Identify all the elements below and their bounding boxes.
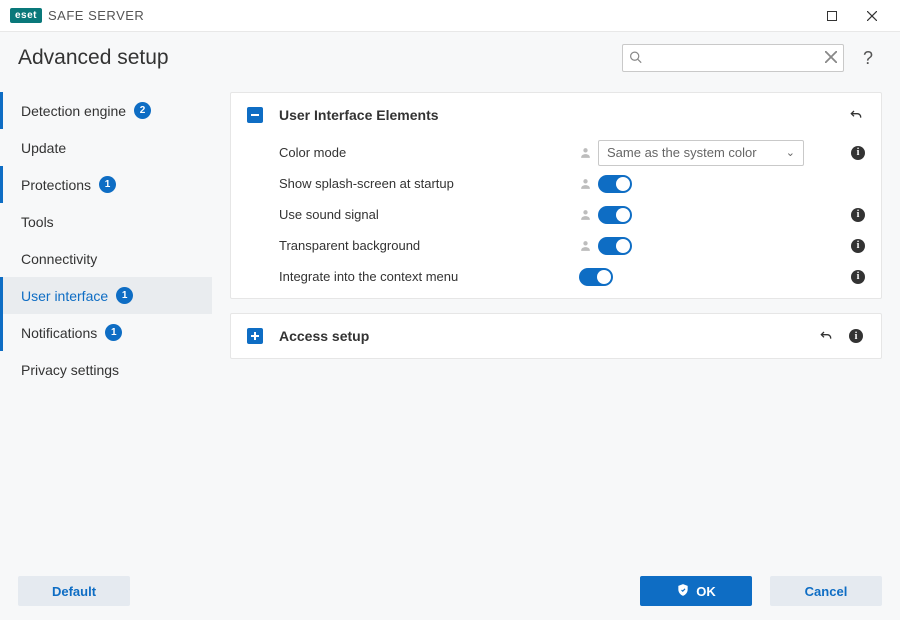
setting-label: Integrate into the context menu: [279, 269, 579, 284]
sidebar-item-label: Privacy settings: [21, 362, 119, 378]
setting-tail: [841, 144, 865, 162]
setting-control: [579, 206, 841, 224]
setting-row: Integrate into the context menu: [279, 261, 865, 292]
undo-icon[interactable]: [817, 327, 835, 345]
body: Detection engine 2 Update Protections 1 Tools…: [0, 84, 900, 566]
sidebar-item-label: Protections: [21, 177, 91, 193]
sidebar-badge: 1: [99, 176, 116, 193]
collapse-icon[interactable]: [247, 107, 263, 123]
search-input[interactable]: [622, 44, 844, 72]
main-content: User Interface Elements Color mode Same a…: [212, 84, 900, 566]
sidebar-item-privacy-settings[interactable]: Privacy settings: [0, 351, 212, 388]
info-icon[interactable]: [851, 144, 865, 162]
sidebar-item-connectivity[interactable]: Connectivity: [0, 240, 212, 277]
setting-control: Same as the system color ⌄: [579, 140, 841, 166]
sidebar: Detection engine 2 Update Protections 1 Tools…: [0, 84, 212, 566]
setting-row: Show splash-screen at startup: [279, 168, 865, 199]
titlebar: eset SAFE SERVER: [0, 0, 900, 32]
cancel-button[interactable]: Cancel: [770, 576, 882, 606]
search-icon: [629, 51, 642, 66]
user-icon: [579, 239, 592, 252]
user-icon: [579, 208, 592, 221]
header: Advanced setup ?: [0, 32, 900, 84]
setting-control: [579, 237, 841, 255]
window-maximize-button[interactable]: [812, 0, 852, 32]
toggle-knob: [597, 270, 611, 284]
setting-label: Show splash-screen at startup: [279, 176, 579, 191]
sidebar-badge: 2: [134, 102, 151, 119]
sidebar-item-label: Detection engine: [21, 103, 126, 119]
setting-control: [579, 175, 841, 193]
toggle[interactable]: [598, 206, 632, 224]
setting-row: Use sound signal: [279, 199, 865, 230]
toggle[interactable]: [598, 237, 632, 255]
footer: Default OK Cancel: [0, 566, 900, 620]
panel-header-access-setup[interactable]: Access setup: [231, 314, 881, 358]
toggle-knob: [616, 208, 630, 222]
setting-control: [579, 268, 841, 286]
undo-icon[interactable]: [847, 106, 865, 124]
sidebar-item-update[interactable]: Update: [0, 129, 212, 166]
panel-header-ui-elements[interactable]: User Interface Elements: [231, 93, 881, 137]
shield-icon: [676, 583, 690, 600]
sidebar-badge: 1: [116, 287, 133, 304]
sidebar-item-label: Tools: [21, 214, 54, 230]
sidebar-item-label: Notifications: [21, 325, 97, 341]
sidebar-item-label: Connectivity: [21, 251, 97, 267]
info-icon[interactable]: [851, 206, 865, 224]
setting-row: Color mode Same as the system color ⌄: [279, 137, 865, 168]
toggle-knob: [616, 177, 630, 191]
info-icon[interactable]: [847, 327, 865, 345]
page-title: Advanced setup: [18, 46, 169, 70]
info-icon[interactable]: [851, 268, 865, 286]
sidebar-item-user-interface[interactable]: User interface 1: [0, 277, 212, 314]
expand-icon[interactable]: [247, 328, 263, 344]
setting-tail: [841, 237, 865, 255]
setting-tail: [841, 268, 865, 286]
search-clear-icon[interactable]: [825, 51, 837, 65]
chevron-down-icon: ⌄: [786, 146, 795, 159]
help-icon[interactable]: ?: [854, 44, 882, 72]
color-mode-select[interactable]: Same as the system color ⌄: [598, 140, 804, 166]
info-icon[interactable]: [851, 237, 865, 255]
window-close-button[interactable]: [852, 0, 892, 32]
sidebar-item-tools[interactable]: Tools: [0, 203, 212, 240]
default-button[interactable]: Default: [18, 576, 130, 606]
select-value: Same as the system color: [607, 145, 757, 160]
toggle-knob: [616, 239, 630, 253]
setting-tail: [841, 206, 865, 224]
panel-ui-elements: User Interface Elements Color mode Same a…: [230, 92, 882, 299]
sidebar-item-label: Update: [21, 140, 66, 156]
user-icon: [579, 177, 592, 190]
search-container: [622, 44, 844, 72]
sidebar-badge: 1: [105, 324, 122, 341]
sidebar-item-protections[interactable]: Protections 1: [0, 166, 212, 203]
panel-title: User Interface Elements: [279, 107, 439, 123]
brand: eset SAFE SERVER: [10, 8, 144, 23]
brand-product: SAFE SERVER: [48, 8, 144, 23]
setting-label: Transparent background: [279, 238, 579, 253]
ok-label: OK: [696, 584, 716, 599]
toggle[interactable]: [579, 268, 613, 286]
user-icon: [579, 146, 592, 159]
panel-body-ui-elements: Color mode Same as the system color ⌄ Show …: [231, 137, 881, 298]
sidebar-item-label: User interface: [21, 288, 108, 304]
toggle[interactable]: [598, 175, 632, 193]
panel-access-setup: Access setup: [230, 313, 882, 359]
brand-badge: eset: [10, 8, 42, 23]
panel-title: Access setup: [279, 328, 369, 344]
sidebar-item-notifications[interactable]: Notifications 1: [0, 314, 212, 351]
setting-label: Color mode: [279, 145, 579, 160]
setting-row: Transparent background: [279, 230, 865, 261]
setting-label: Use sound signal: [279, 207, 579, 222]
sidebar-item-detection-engine[interactable]: Detection engine 2: [0, 92, 212, 129]
ok-button[interactable]: OK: [640, 576, 752, 606]
